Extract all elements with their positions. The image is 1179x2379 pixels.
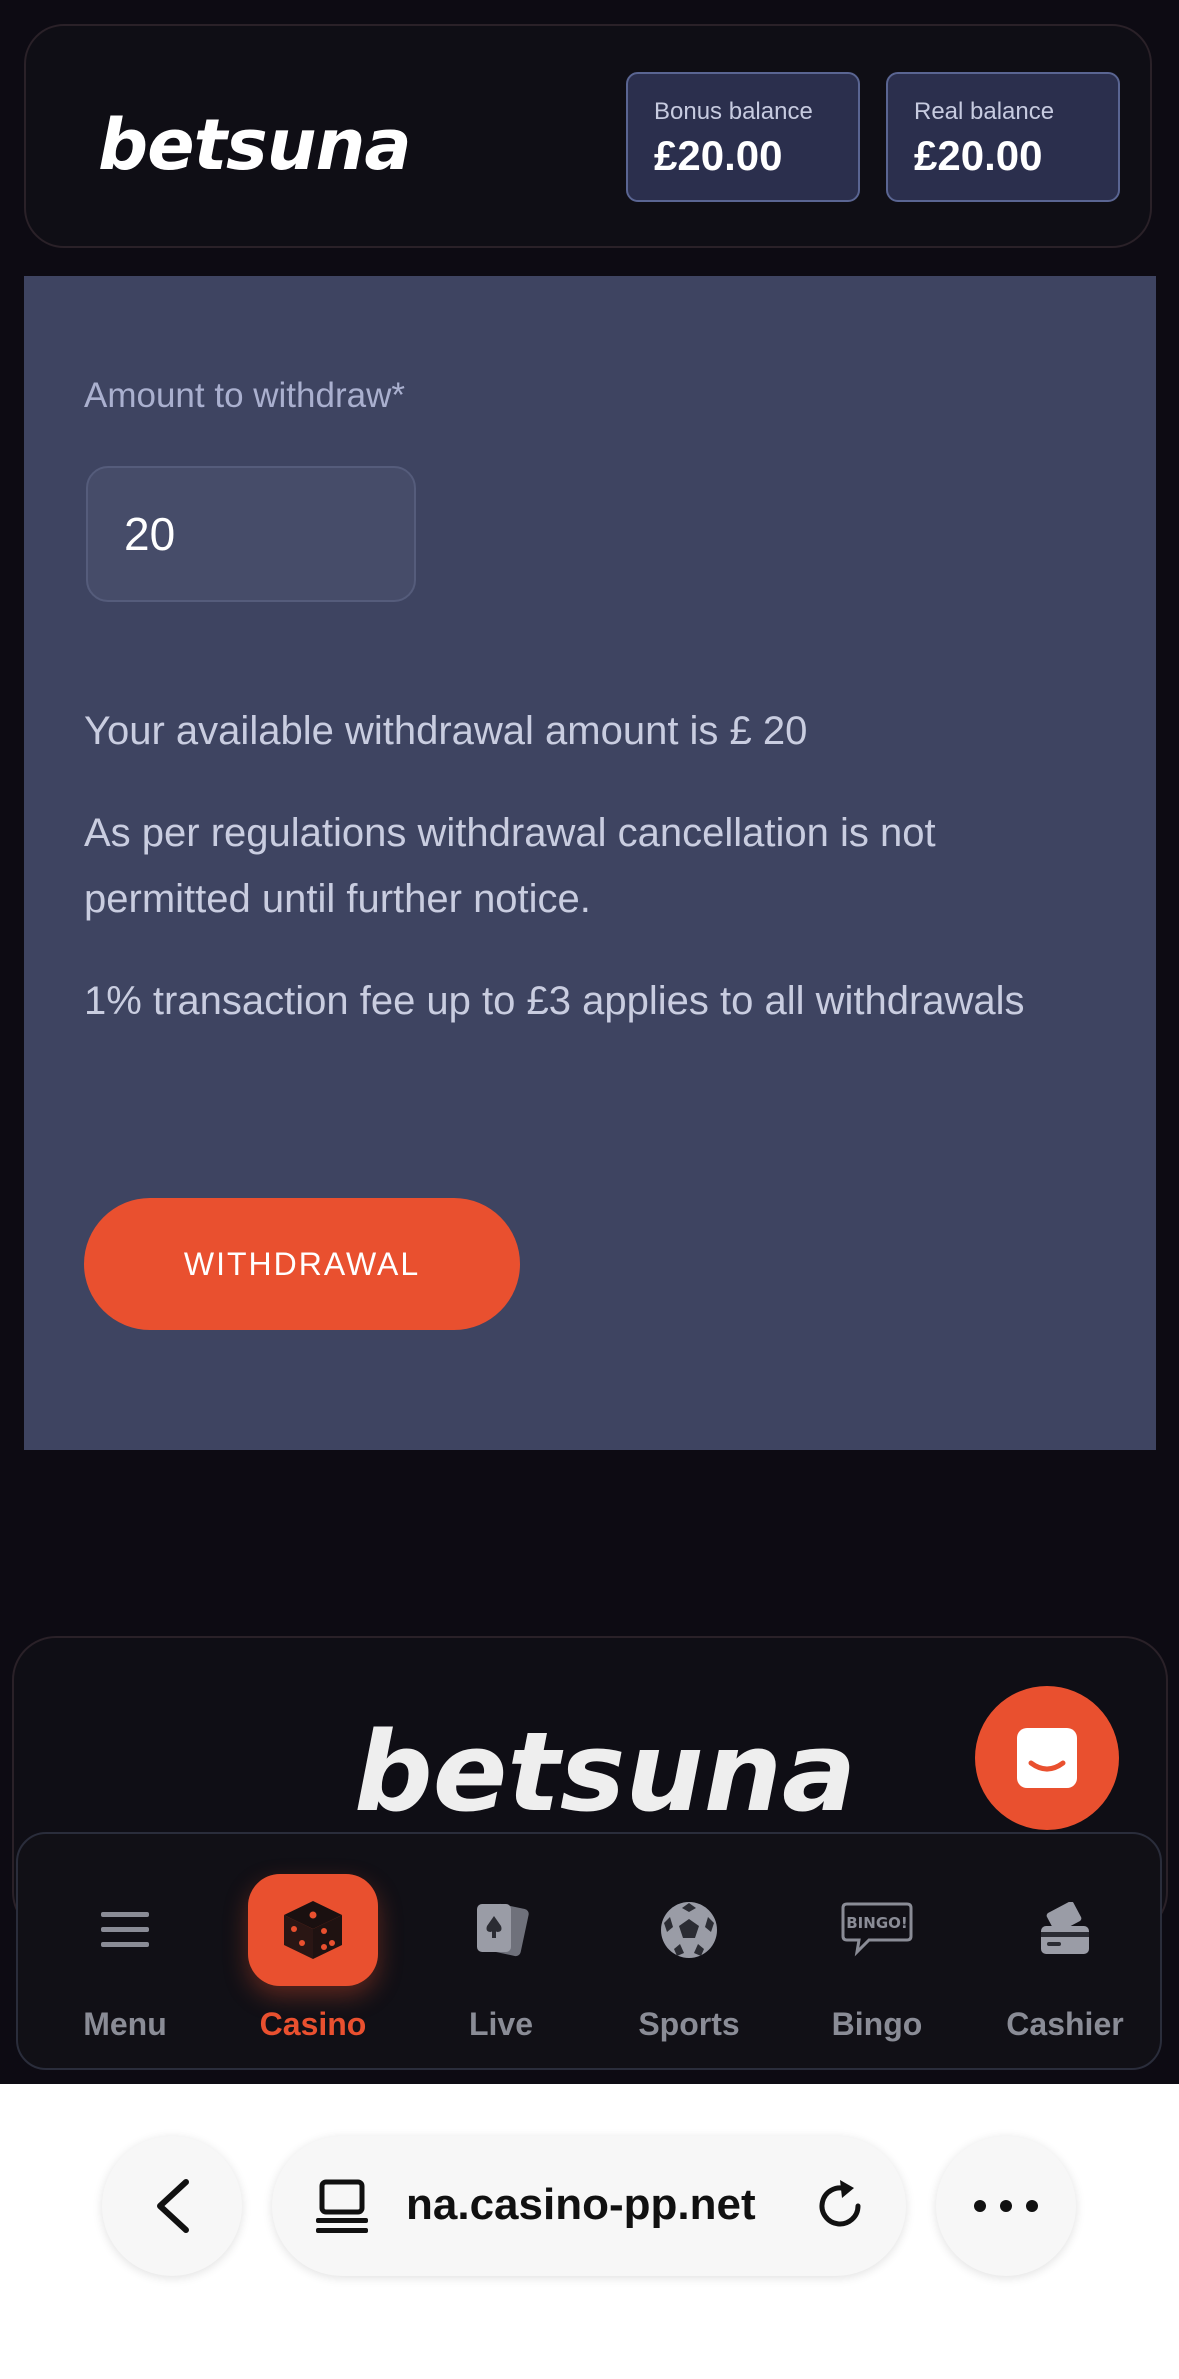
regulation-notice-text: As per regulations withdrawal cancellati… (84, 811, 936, 921)
address-bar[interactable]: na.casino-pp.net (272, 2136, 906, 2276)
withdrawal-button[interactable]: WITHDRAWAL (84, 1198, 520, 1330)
withdraw-panel: Amount to withdraw* Your available withd… (24, 276, 1156, 1450)
wallet-icon (1041, 1902, 1089, 1954)
bonus-balance-card[interactable]: Bonus balance £20.00 (626, 72, 860, 202)
reload-icon[interactable] (810, 2176, 870, 2236)
nav-label-bingo: Bingo (831, 2006, 923, 2042)
amount-label: Amount to withdraw* (84, 376, 405, 415)
back-button[interactable] (102, 2136, 242, 2276)
soccer-ball-icon (661, 1902, 717, 1958)
fee-notice-text: 1% transaction fee up to £3 applies to a… (84, 979, 1025, 1023)
bonus-balance-label: Bonus balance (654, 98, 813, 125)
amount-input[interactable] (86, 466, 416, 602)
chevron-left-icon (157, 2179, 189, 2233)
nav-item-sports[interactable]: Sports (604, 1834, 774, 2070)
bingo-icon: BINGO! (841, 1902, 913, 1957)
tabs-icon (316, 2179, 368, 2233)
dice-icon (284, 1901, 342, 1959)
browser-toolbar: na.casino-pp.net (0, 2084, 1179, 2379)
svg-text:BINGO!: BINGO! (846, 1914, 907, 1932)
nav-item-cashier[interactable]: Cashier (980, 1834, 1150, 2070)
real-balance-label: Real balance (914, 98, 1055, 125)
nav-label-casino: Casino (259, 2006, 367, 2042)
site-header: betsuna Bonus balance £20.00 Real balanc… (24, 24, 1152, 248)
chat-button[interactable] (975, 1686, 1119, 1830)
footer-logo: betsuna (354, 1708, 857, 1836)
real-balance-value: £20.00 (914, 132, 1043, 179)
url-text: na.casino-pp.net (406, 2180, 756, 2229)
nav-label-live: Live (468, 2006, 534, 2042)
nav-item-bingo[interactable]: BINGO! Bingo (792, 1834, 962, 2070)
nav-item-live[interactable]: Live (416, 1834, 586, 2070)
more-options-button[interactable] (936, 2136, 1076, 2276)
nav-label-sports: Sports (638, 2006, 740, 2042)
nav-item-casino[interactable]: Casino (228, 1834, 398, 2070)
bottom-nav: Menu Casino Live Sports BINGO! Bingo Cas… (16, 1832, 1162, 2070)
nav-item-menu[interactable]: Menu (40, 1834, 210, 2070)
betsuna-logo[interactable]: betsuna (98, 104, 412, 186)
chat-icon (1017, 1728, 1077, 1788)
more-icon (974, 2200, 1038, 2212)
bonus-balance-value: £20.00 (654, 132, 783, 179)
available-amount-text: Your available withdrawal amount is £ 20 (84, 709, 808, 753)
cards-icon (477, 1903, 529, 1957)
real-balance-card[interactable]: Real balance £20.00 (886, 72, 1120, 202)
nav-label-menu: Menu (83, 2006, 167, 2042)
menu-icon (101, 1912, 149, 1947)
nav-label-cashier: Cashier (1006, 2006, 1124, 2042)
